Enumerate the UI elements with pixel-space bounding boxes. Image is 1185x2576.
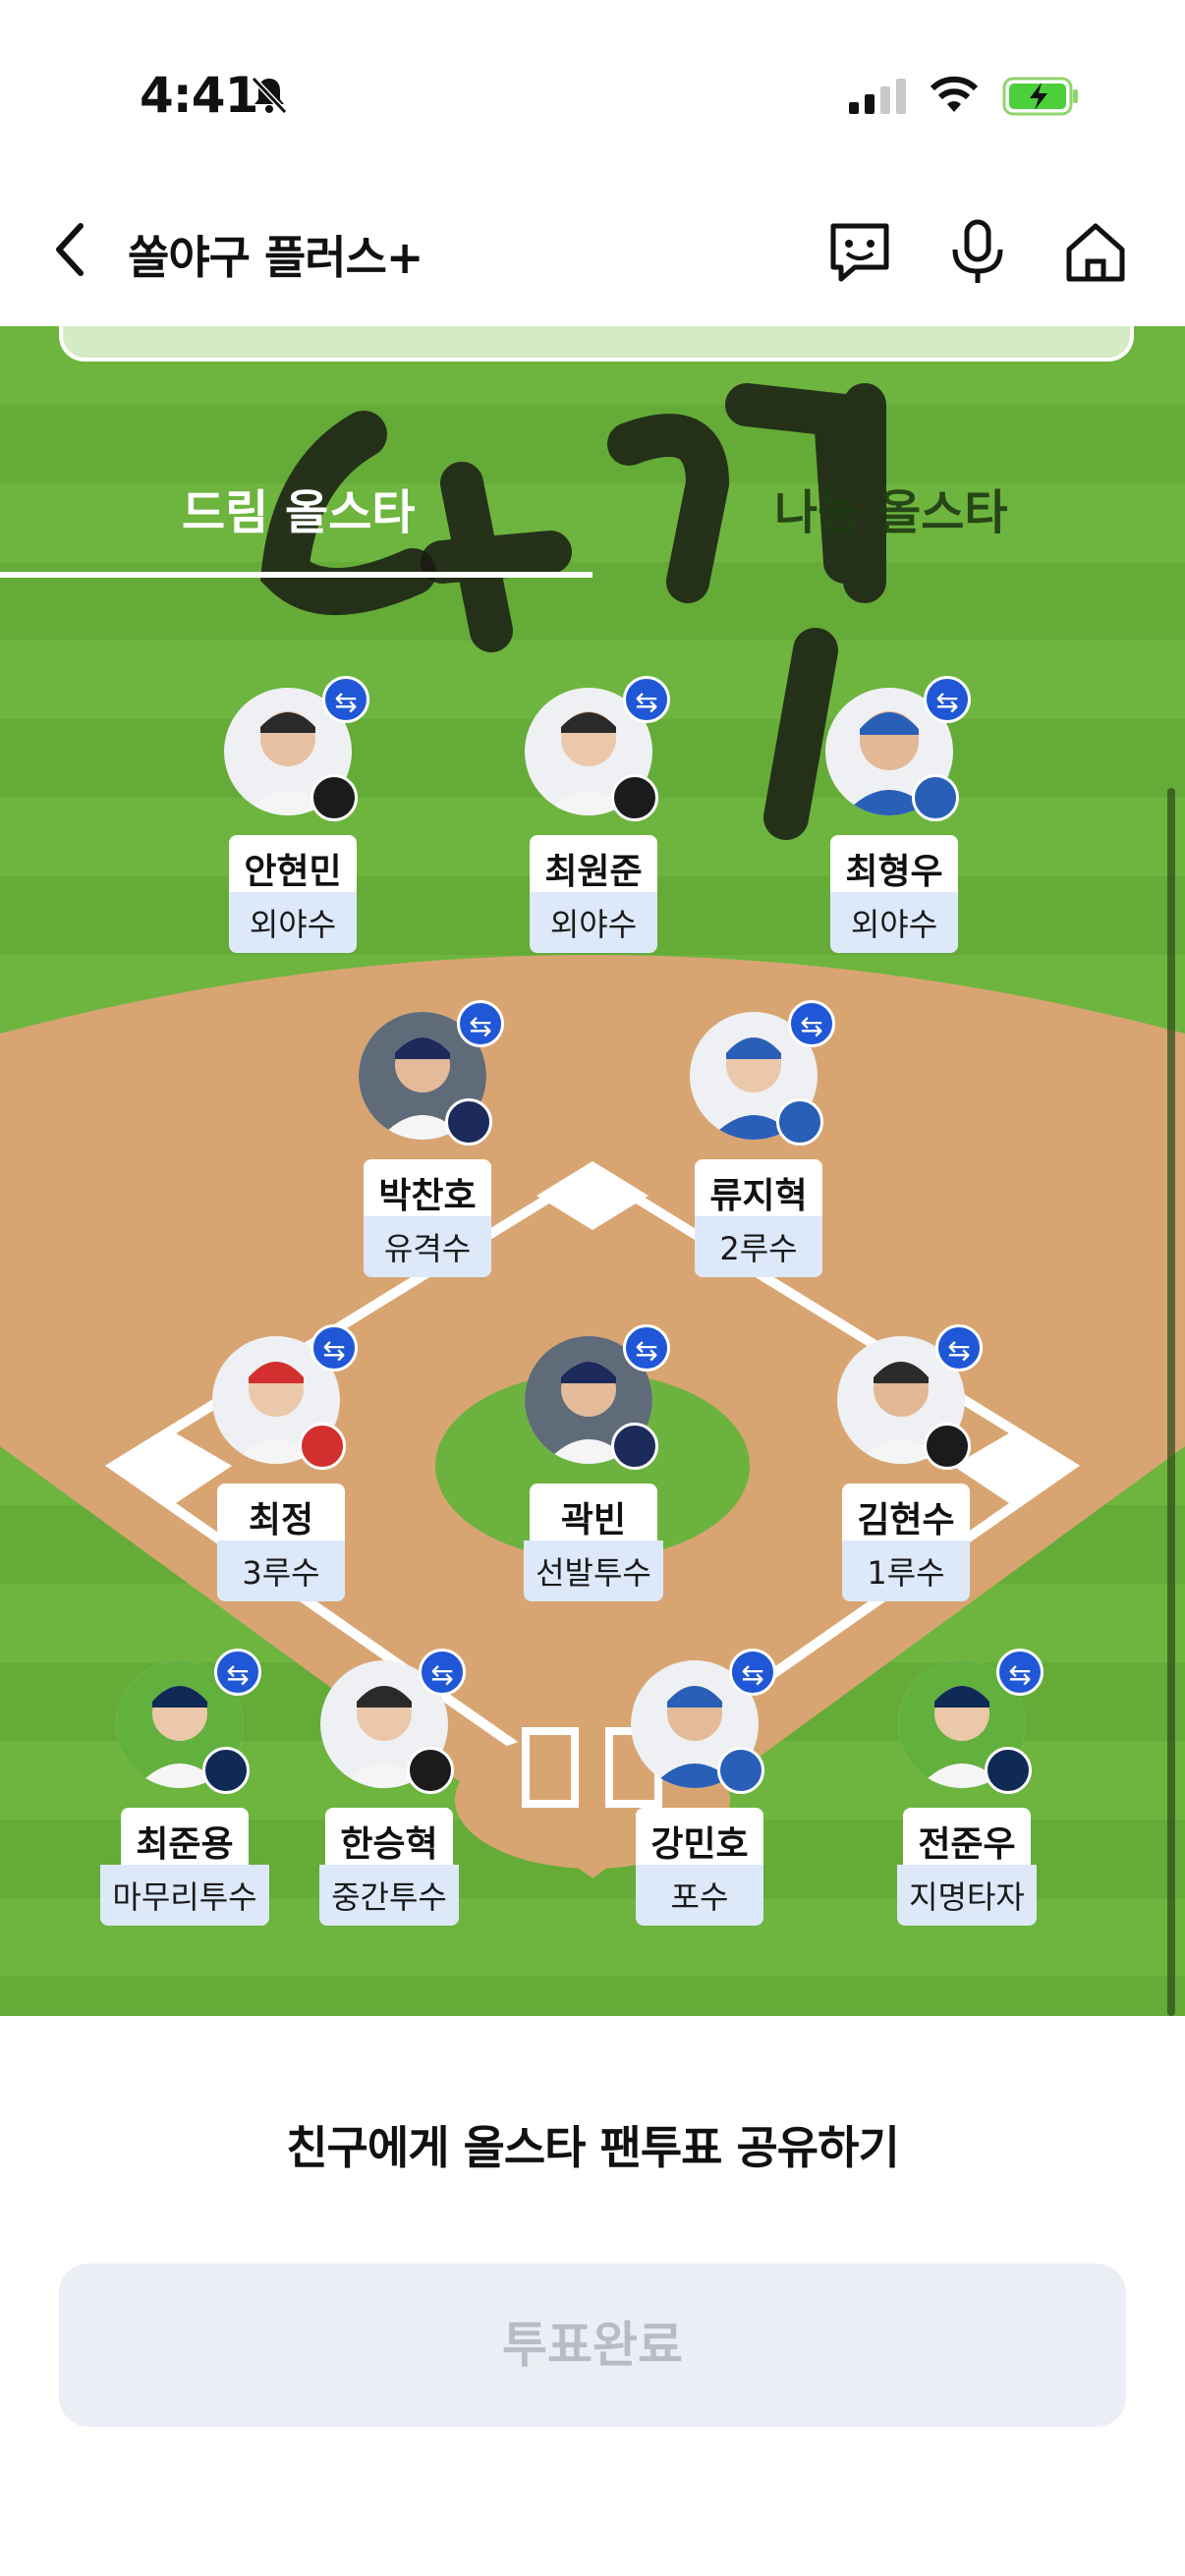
player-position: 3루수 [217, 1540, 345, 1601]
top-banner-edge [59, 326, 1134, 362]
back-arrow-icon[interactable] [51, 218, 90, 281]
team-logo-icon [924, 1423, 971, 1470]
tab-dream-allstar[interactable]: 드림 올스타 [182, 474, 416, 542]
swap-icon[interactable]: ⇆ [623, 676, 670, 723]
wifi-icon [930, 76, 979, 112]
player-position: 외야수 [530, 892, 657, 953]
scrollbar[interactable] [1167, 788, 1175, 2016]
player-position: 2루수 [695, 1216, 822, 1277]
player-position: 마무리투수 [100, 1865, 269, 1926]
home-icon[interactable] [1061, 218, 1130, 287]
baseball-field: 드림 올스타 나눔 올스타 ⇆ 안현민 외야수 ⇆ 최원준 외야수 ⇆ 최형우 … [0, 326, 1185, 2016]
player-position: 중간투수 [319, 1865, 459, 1926]
tab-nanum-allstar[interactable]: 나눔 올스타 [774, 474, 1008, 542]
player-position: 포수 [636, 1865, 763, 1926]
swap-icon[interactable]: ⇆ [322, 676, 369, 723]
cellular-signal-icon [849, 79, 906, 114]
team-logo-icon [407, 1747, 454, 1794]
swap-icon[interactable]: ⇆ [788, 1000, 835, 1047]
player-position: 외야수 [229, 892, 357, 953]
share-allstar-vote-link[interactable]: 친구에게 올스타 팬투표 공유하기 [0, 2112, 1185, 2177]
team-logo-icon [776, 1098, 823, 1146]
swap-icon[interactable]: ⇆ [729, 1649, 776, 1696]
page-title: 쏠야구 플러스+ [128, 231, 423, 284]
team-logo-icon [717, 1747, 764, 1794]
swap-icon[interactable]: ⇆ [924, 676, 971, 723]
swap-icon[interactable]: ⇆ [996, 1649, 1044, 1696]
swap-icon[interactable]: ⇆ [419, 1649, 466, 1696]
team-logo-icon [985, 1747, 1032, 1794]
status-time: 4:41 [140, 67, 258, 124]
team-logo-icon [611, 1423, 658, 1470]
active-tab-indicator [0, 572, 592, 578]
team-logo-icon [912, 774, 959, 821]
battery-charging-icon [1002, 77, 1078, 116]
player-position: 1루수 [842, 1540, 970, 1601]
swap-icon[interactable]: ⇆ [214, 1649, 261, 1696]
swap-icon[interactable]: ⇆ [623, 1324, 670, 1372]
team-logo-icon [202, 1747, 250, 1794]
swap-icon[interactable]: ⇆ [457, 1000, 504, 1047]
player-position: 선발투수 [524, 1540, 663, 1601]
chatbot-icon[interactable] [825, 218, 894, 287]
bell-muted-icon [251, 76, 288, 115]
microphone-icon[interactable] [943, 218, 1012, 287]
team-logo-icon [445, 1098, 492, 1146]
player-position: 외야수 [830, 892, 958, 953]
team-logo-icon [310, 774, 358, 821]
swap-icon[interactable]: ⇆ [935, 1324, 983, 1372]
team-logo-icon [299, 1423, 346, 1470]
player-position: 지명타자 [897, 1865, 1037, 1926]
vote-complete-button[interactable]: 투표완료 [59, 2264, 1126, 2427]
status-bar: 4:41 [0, 0, 1185, 187]
swap-icon[interactable]: ⇆ [310, 1324, 358, 1372]
player-position: 유격수 [364, 1216, 491, 1277]
team-logo-icon [611, 774, 658, 821]
